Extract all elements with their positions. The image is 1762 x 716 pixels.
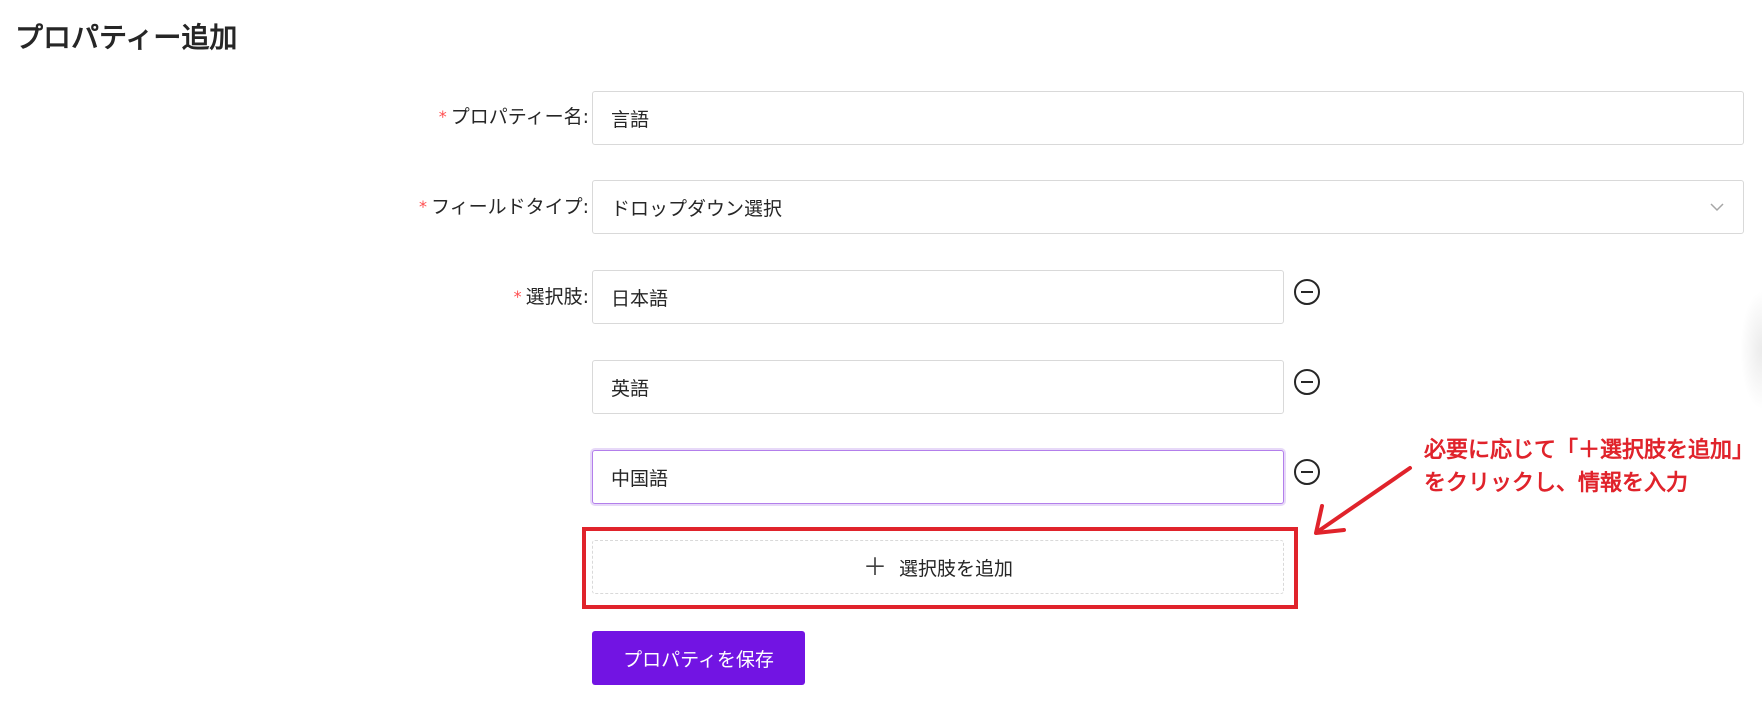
option-input-1[interactable] xyxy=(592,270,1284,324)
option-input-3[interactable] xyxy=(592,450,1284,504)
page-title: プロパティー追加 xyxy=(15,21,238,54)
property-name-label: * プロパティー名: xyxy=(439,103,589,131)
property-name-input[interactable] xyxy=(592,91,1744,145)
required-mark: * xyxy=(438,107,447,126)
field-type-value: ドロップダウン選択 xyxy=(611,197,783,220)
save-property-button[interactable]: プロパティを保存 xyxy=(592,631,805,685)
field-type-select[interactable]: ドロップダウン選択 xyxy=(592,180,1744,234)
minus-circle-icon[interactable] xyxy=(1293,278,1321,306)
options-label: * 選択肢: xyxy=(514,283,589,311)
option-input-2[interactable] xyxy=(592,360,1284,414)
annotation-highlight-box xyxy=(582,527,1298,609)
chevron-down-icon xyxy=(1709,199,1725,215)
property-name-label-text: プロパティー名: xyxy=(450,106,589,128)
required-mark: * xyxy=(513,287,522,306)
minus-circle-icon[interactable] xyxy=(1293,368,1321,396)
field-type-label-text: フィールドタイプ: xyxy=(430,196,589,218)
required-mark: * xyxy=(418,197,427,216)
edge-shadow xyxy=(1740,290,1762,410)
annotation-arrow-icon xyxy=(1314,466,1412,535)
options-label-text: 選択肢: xyxy=(525,286,589,308)
annotation-text: 必要に応じて「＋選択肢を追加」をクリックし、情報を入力 xyxy=(1424,438,1744,496)
field-type-label: * フィールドタイプ: xyxy=(419,193,589,221)
